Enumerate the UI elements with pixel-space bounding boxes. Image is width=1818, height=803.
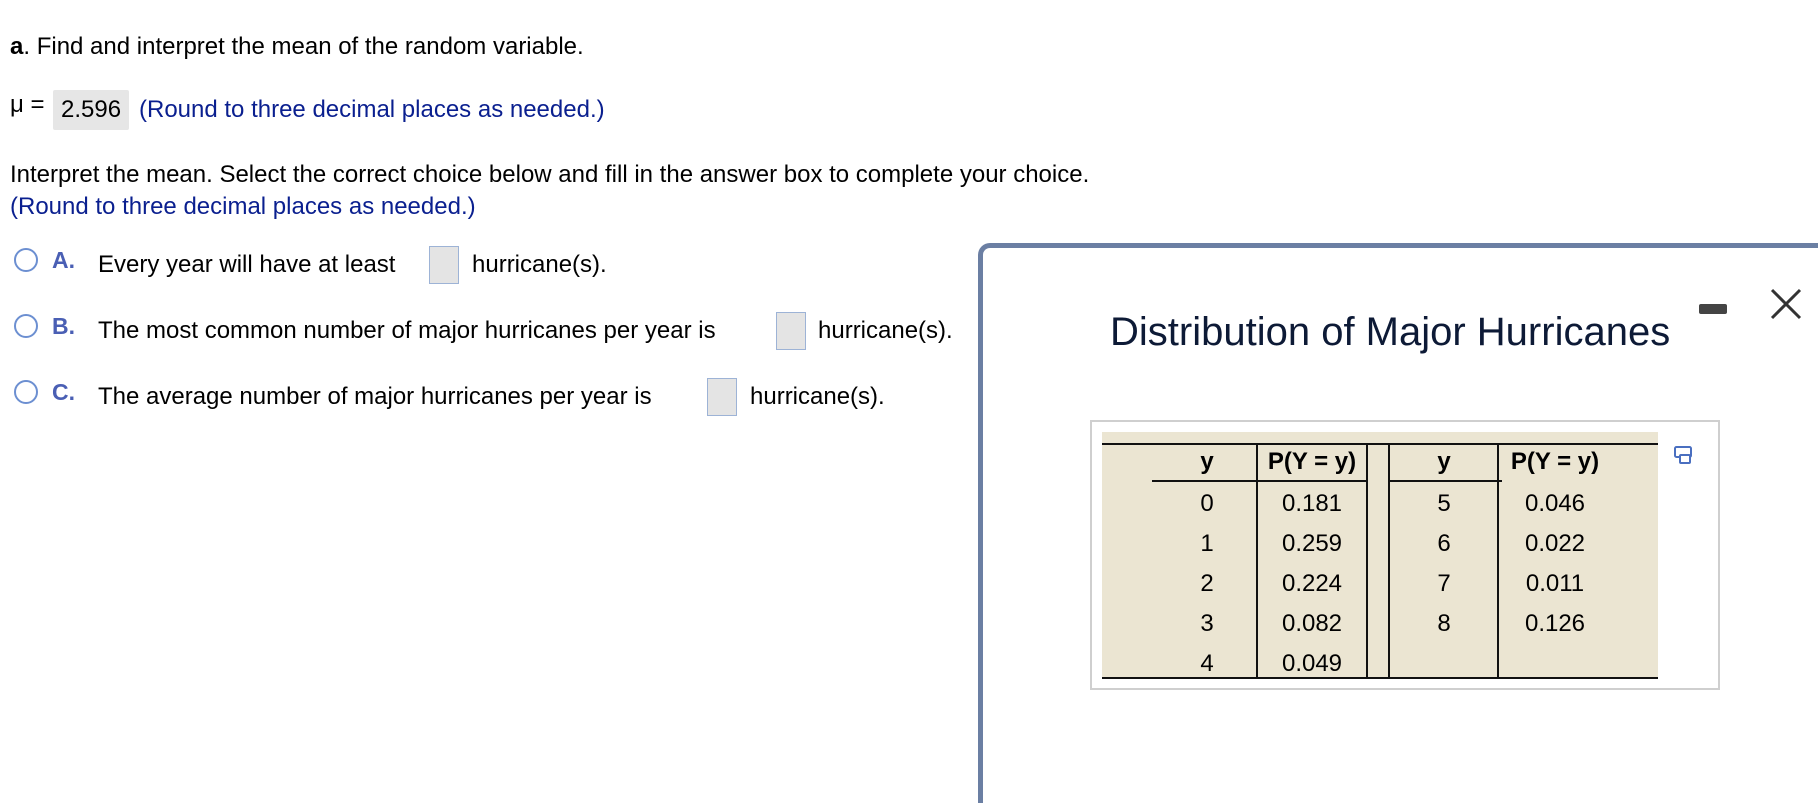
interpret-prompt: Interpret the mean. Select the correct c…	[10, 161, 1090, 188]
distribution-table: y P(Y = y) y P(Y = y) 0 0.181 1 0.259 2 …	[1102, 432, 1658, 679]
table-bottom-rule	[1102, 677, 1658, 679]
table-cell-p: 0.011	[1525, 570, 1585, 597]
choice-c-suffix: hurricane(s).	[750, 383, 885, 410]
copy-icon[interactable]	[1673, 443, 1697, 467]
choice-b-text: The most common number of major hurrican…	[98, 317, 716, 344]
table-cell-p: 0.224	[1281, 570, 1343, 597]
mu-answer-container: 2.596	[53, 90, 130, 130]
table-cell-p: 0.181	[1281, 490, 1343, 517]
table-cell-y: 6	[1437, 530, 1451, 557]
table-cell-y: 1	[1200, 530, 1214, 557]
table-cell-p: 0.126	[1524, 610, 1586, 637]
col-divider-3	[1388, 443, 1390, 678]
choice-c-letter: C.	[52, 379, 75, 405]
question-heading: a. Find and interpret the mean of the ra…	[10, 32, 584, 62]
popup-title: Distribution of Major Hurricanes	[1110, 310, 1671, 354]
header-rule-right	[1390, 480, 1502, 482]
table-cell-y: 3	[1200, 610, 1214, 637]
mu-answer-field[interactable]: 2.596	[53, 90, 130, 130]
choice-a-suffix: hurricane(s).	[472, 251, 607, 278]
table-top-rule	[1102, 443, 1658, 445]
interpret-hint: (Round to three decimal places as needed…	[10, 193, 476, 220]
header-p-right: P(Y = y)	[1510, 448, 1600, 475]
table-cell-p: 0.259	[1281, 530, 1343, 557]
col-divider-2	[1366, 443, 1368, 678]
header-y-right: y	[1437, 448, 1451, 475]
mu-label: μ =	[10, 91, 45, 118]
choice-a-text: Every year will have at least	[98, 251, 396, 278]
col-divider-4	[1497, 443, 1499, 678]
choice-a-input[interactable]	[429, 246, 459, 284]
table-cell-y: 0	[1200, 490, 1214, 517]
mu-hint: (Round to three decimal places as needed…	[139, 96, 605, 123]
close-icon[interactable]	[1766, 284, 1806, 324]
choice-c-input[interactable]	[707, 378, 737, 416]
distribution-table-frame: y P(Y = y) y P(Y = y) 0 0.181 1 0.259 2 …	[1090, 420, 1720, 690]
table-cell-y: 2	[1200, 570, 1214, 597]
table-cell-p: 0.022	[1524, 530, 1586, 557]
header-p-left: P(Y = y)	[1267, 448, 1357, 475]
choice-c-text: The average number of major hurricanes p…	[98, 383, 652, 410]
table-cell-p: 0.046	[1524, 490, 1586, 517]
choice-b-suffix: hurricane(s).	[818, 317, 953, 344]
choice-b-radio[interactable]	[14, 314, 38, 338]
minimize-icon[interactable]	[1699, 304, 1727, 314]
table-cell-p: 0.049	[1281, 650, 1343, 677]
part-letter: a	[10, 33, 24, 60]
table-cell-y: 4	[1200, 650, 1214, 677]
table-cell-y: 7	[1437, 570, 1451, 597]
table-cell-p: 0.082	[1281, 610, 1343, 637]
choice-c-radio[interactable]	[14, 380, 38, 404]
header-rule-left	[1152, 480, 1366, 482]
distribution-popup: Distribution of Major Hurricanes y P(Y =…	[978, 243, 1818, 803]
table-cell-y: 8	[1437, 610, 1451, 637]
choice-a-radio[interactable]	[14, 248, 38, 272]
table-cell-y: 5	[1437, 490, 1451, 517]
col-divider-1	[1256, 443, 1258, 678]
choice-b-input[interactable]	[776, 312, 806, 350]
header-y-left: y	[1200, 448, 1214, 475]
part-text: . Find and interpret the mean of the ran…	[23, 33, 584, 60]
choice-b-letter: B.	[52, 313, 75, 339]
choice-a-letter: A.	[52, 247, 75, 273]
